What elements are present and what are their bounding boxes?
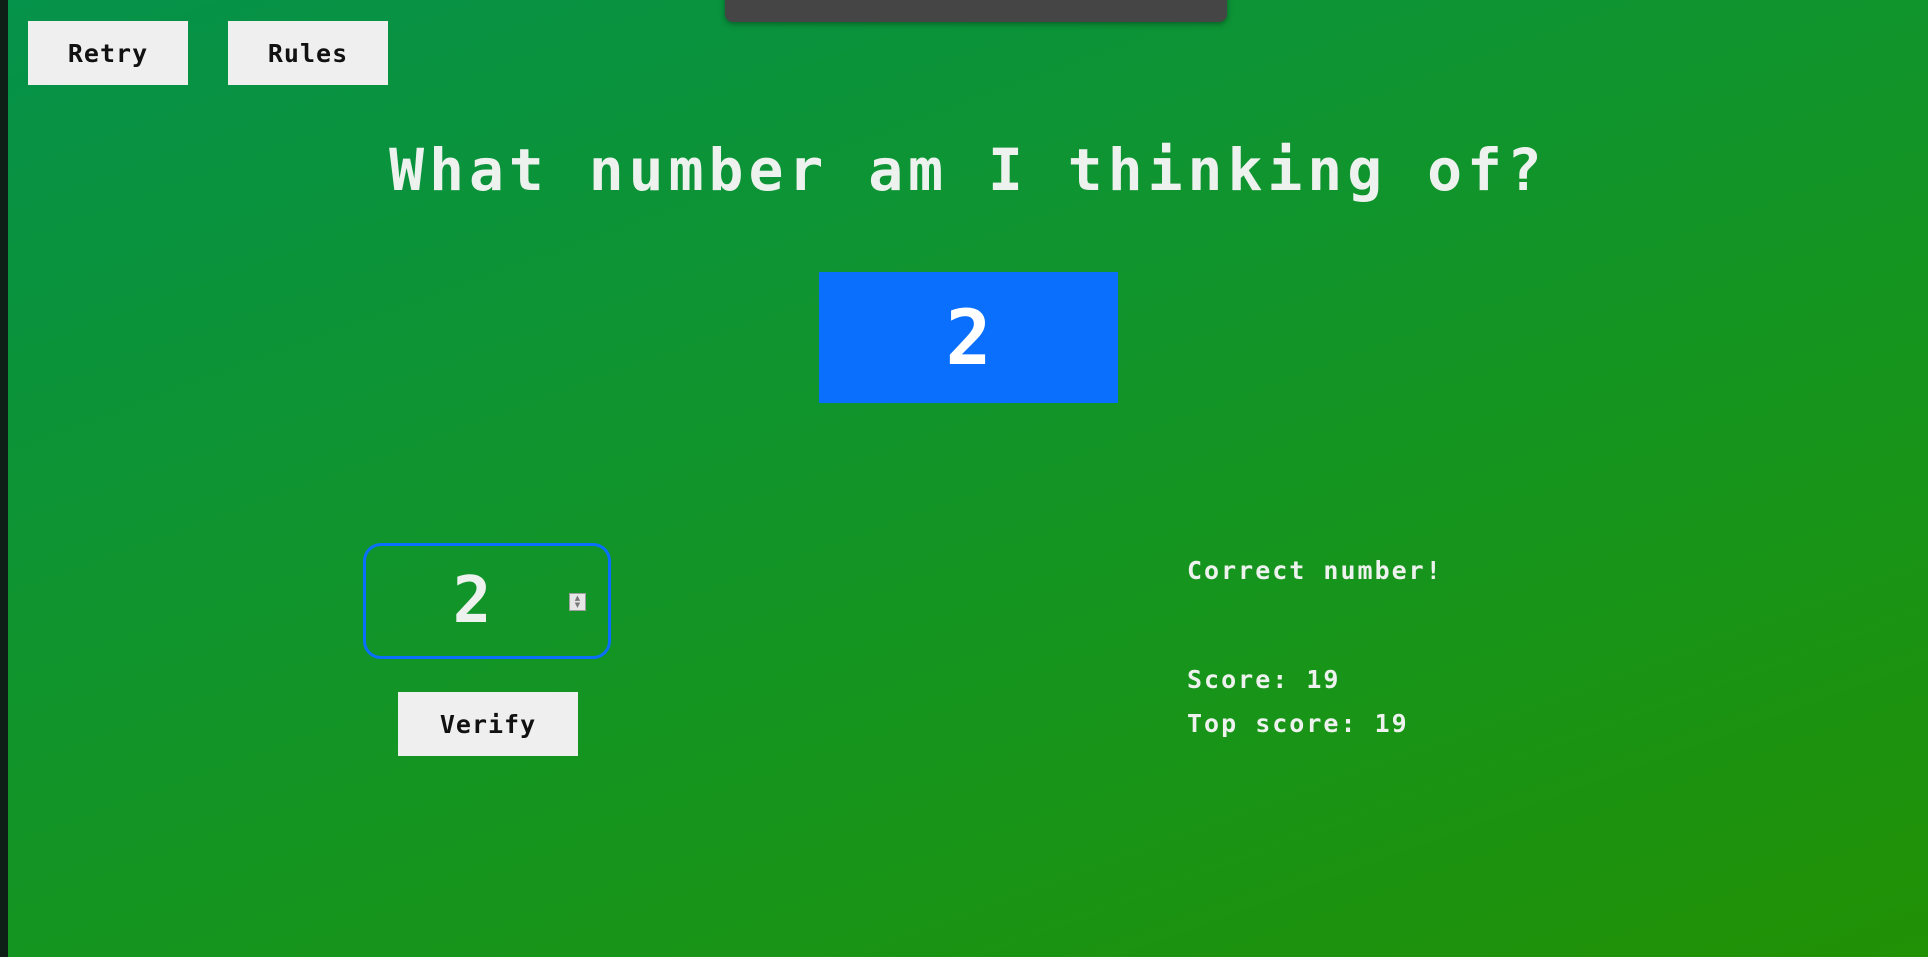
game-area: Retry Rules What number am I thinking of… xyxy=(8,0,1928,957)
verify-button[interactable]: Verify xyxy=(398,692,578,756)
game-title: What number am I thinking of? xyxy=(389,136,1547,204)
secret-number-box: 2 xyxy=(819,272,1118,403)
guess-value[interactable]: 2 xyxy=(366,546,578,656)
top-score-text: Top score: 19 xyxy=(1187,709,1409,738)
secret-number: 2 xyxy=(945,293,992,382)
top-overlay-bar xyxy=(725,0,1227,22)
result-message: Correct number! xyxy=(1187,556,1443,585)
retry-button[interactable]: Retry xyxy=(28,21,188,85)
rules-button[interactable]: Rules xyxy=(228,21,388,85)
number-spinner-icon[interactable]: ▲ ▼ xyxy=(569,593,586,611)
guess-input[interactable]: 2 ▲ ▼ xyxy=(363,543,611,659)
score-text: Score: 19 xyxy=(1187,665,1341,694)
spinner-down-icon[interactable]: ▼ xyxy=(575,602,580,609)
